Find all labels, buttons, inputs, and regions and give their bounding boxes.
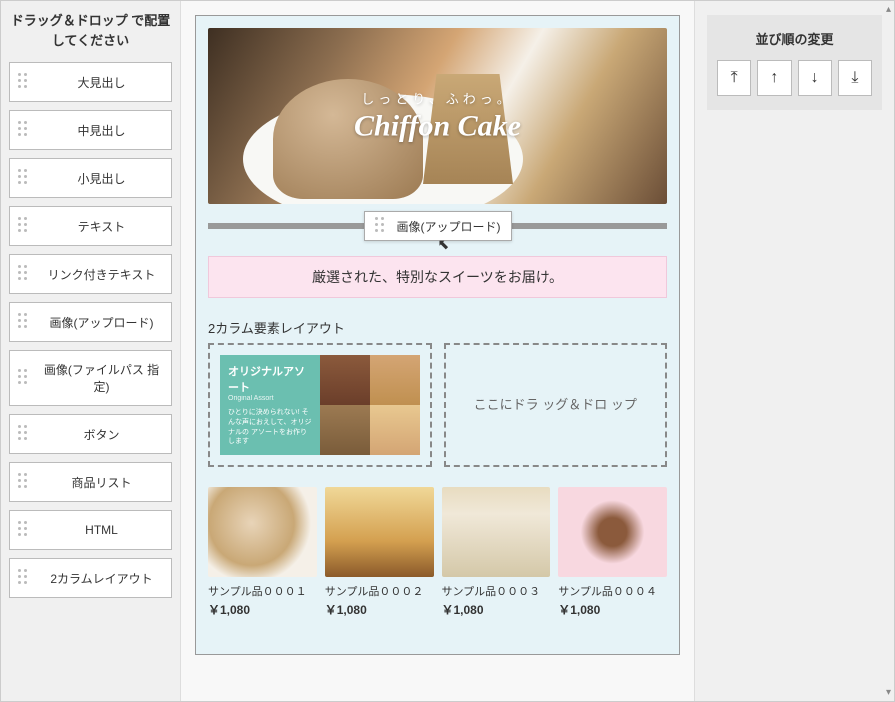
scroll-up-icon: ▴: [886, 4, 891, 15]
drag-handle-icon: [18, 425, 32, 443]
hero-image[interactable]: しっとり、ふわっ。 Chiffon Cake: [208, 28, 667, 204]
assort-description: ひとりに決められない! そんな声におえして、オリジナルの アソートをお作りします: [228, 408, 312, 447]
product-item[interactable]: サンプル品０００２ ￥1,080: [325, 487, 434, 618]
tagline-banner[interactable]: 厳選された、特別なスイーツをお届け。: [208, 256, 667, 298]
product-image: [208, 487, 317, 577]
move-up-button[interactable]: ↑: [757, 60, 791, 96]
palette-block-0[interactable]: 大見出し: [9, 62, 172, 102]
palette-block-label: 中見出し: [40, 122, 163, 139]
palette-block-2[interactable]: 小見出し: [9, 158, 172, 198]
palette-block-label: 大見出し: [40, 74, 163, 91]
two-column-layout: オリジナルアソート Original Assort ひとりに決められない! そん…: [208, 343, 667, 467]
move-down-button[interactable]: ↓: [798, 60, 832, 96]
drag-handle-icon: [18, 217, 32, 235]
drag-handle-icon: [18, 473, 32, 491]
scroll-down-icon: ▾: [886, 687, 891, 698]
page-canvas[interactable]: しっとり、ふわっ。 Chiffon Cake 画像(アップロード) ⬉ 厳選され…: [195, 15, 680, 655]
palette-block-8[interactable]: 商品リスト: [9, 462, 172, 502]
cursor-icon: ⬉: [438, 236, 450, 253]
palette-block-9[interactable]: HTML: [9, 510, 172, 550]
palette-block-label: 画像(ファイルパス 指定): [40, 361, 163, 395]
palette-block-5[interactable]: 画像(アップロード): [9, 302, 172, 342]
palette-block-label: HTML: [40, 523, 163, 537]
palette-block-label: 商品リスト: [40, 474, 163, 491]
assort-title-jp: オリジナルアソート: [228, 363, 312, 395]
order-panel-title: 並び順の変更: [717, 29, 872, 48]
product-price: ￥1,080: [558, 601, 667, 618]
product-name: サンプル品０００２: [325, 583, 434, 599]
assort-title-en: Original Assort: [228, 395, 312, 402]
dragging-block-label: 画像(アップロード): [397, 218, 501, 235]
canvas-scroll[interactable]: しっとり、ふわっ。 Chiffon Cake 画像(アップロード) ⬉ 厳選され…: [181, 1, 694, 701]
palette-block-label: 小見出し: [40, 170, 163, 187]
product-price: ￥1,080: [325, 601, 434, 618]
assort-thumbnails: [320, 355, 420, 455]
palette-block-3[interactable]: テキスト: [9, 206, 172, 246]
product-item[interactable]: サンプル品０００４ ￥1,080: [558, 487, 667, 618]
product-name: サンプル品０００３: [442, 583, 551, 599]
column-left[interactable]: オリジナルアソート Original Assort ひとりに決められない! そん…: [208, 343, 432, 467]
hero-text: しっとり、ふわっ。 Chiffon Cake: [354, 89, 521, 144]
palette-block-10[interactable]: 2カラムレイアウト: [9, 558, 172, 598]
palette-title: ドラッグ＆ドロップ で配置してください: [9, 11, 172, 50]
product-item[interactable]: サンプル品０００１ ￥1,080: [208, 487, 317, 618]
product-price: ￥1,080: [442, 601, 551, 618]
product-list: サンプル品０００１ ￥1,080 サンプル品０００２ ￥1,080 サンプル品０００３ ￥…: [208, 487, 667, 618]
block-palette: ドラッグ＆ドロップ で配置してください 大見出し中見出し小見出しテキストリンク付…: [1, 1, 181, 701]
hero-subtitle: しっとり、ふわっ。: [354, 89, 521, 108]
palette-block-label: ボタン: [40, 426, 163, 443]
product-image: [442, 487, 551, 577]
drag-handle-icon: [375, 217, 389, 235]
product-image: [325, 487, 434, 577]
palette-block-label: 2カラムレイアウト: [40, 570, 163, 587]
palette-block-7[interactable]: ボタン: [9, 414, 172, 454]
product-name: サンプル品０００１: [208, 583, 317, 599]
column-right-dropzone[interactable]: ここにドラ ッグ＆ドロ ップ: [444, 343, 668, 467]
move-top-button[interactable]: ⤒: [717, 60, 751, 96]
drag-handle-icon: [18, 313, 32, 331]
app-frame: ▴ ▾ ドラッグ＆ドロップ で配置してください 大見出し中見出し小見出しテキスト…: [0, 0, 895, 702]
dragging-block-chip[interactable]: 画像(アップロード) ⬉: [364, 211, 512, 241]
product-item[interactable]: サンプル品０００３ ￥1,080: [442, 487, 551, 618]
product-name: サンプル品０００４: [558, 583, 667, 599]
palette-block-1[interactable]: 中見出し: [9, 110, 172, 150]
dropzone-hint: ここにドラ ッグ＆ドロ ップ: [474, 395, 637, 416]
palette-block-4[interactable]: リンク付きテキスト: [9, 254, 172, 294]
assort-card[interactable]: オリジナルアソート Original Assort ひとりに決められない! そん…: [220, 355, 420, 455]
palette-block-label: 画像(アップロード): [40, 314, 163, 331]
palette-block-label: テキスト: [40, 218, 163, 235]
drag-handle-icon: [18, 169, 32, 187]
drag-handle-icon: [18, 73, 32, 91]
palette-block-6[interactable]: 画像(ファイルパス 指定): [9, 350, 172, 406]
hero-title: Chiffon Cake: [354, 110, 521, 144]
drop-indicator: 画像(アップロード) ⬉: [208, 212, 667, 240]
product-image: [558, 487, 667, 577]
palette-block-label: リンク付きテキスト: [40, 266, 163, 283]
drag-handle-icon: [18, 121, 32, 139]
drag-handle-icon: [18, 265, 32, 283]
drag-handle-icon: [18, 569, 32, 587]
drag-handle-icon: [18, 521, 32, 539]
move-bottom-button[interactable]: ⤓: [838, 60, 872, 96]
product-price: ￥1,080: [208, 601, 317, 618]
drag-handle-icon: [18, 369, 32, 387]
order-panel: 並び順の変更 ⤒↑↓⤓: [694, 1, 894, 701]
two-column-section-title: 2カラム要素レイアウト: [208, 318, 667, 337]
